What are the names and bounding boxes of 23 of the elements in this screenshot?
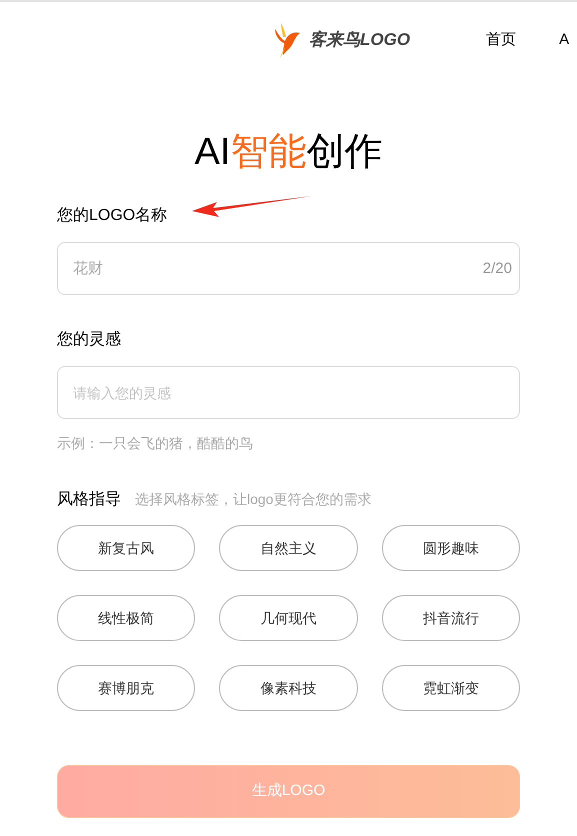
style-tag[interactable]: 几何现代 [219,595,358,641]
nav-link[interactable]: A [559,28,570,52]
inspiration-input-field[interactable]: 请输入您的灵感 [57,366,520,419]
character-counter: 2/20 [482,259,512,279]
nav-link[interactable]: 首页 [486,28,516,52]
style-tag[interactable]: 线性极简 [57,595,196,641]
section-label: 风格指导 [57,490,121,510]
section-hint: 选择风格标签，让logo更符合您的需求 [135,490,372,509]
style-tag[interactable]: 新复古风 [57,525,196,571]
title-part: 创作 [306,131,382,173]
style-tag[interactable]: 像素科技 [219,665,358,711]
style-tag[interactable]: 霓虹渐变 [382,665,520,711]
title-part: 智能 [230,131,306,173]
field-label: 您的灵感 [57,331,121,348]
style-tag[interactable]: 赛博朋克 [57,665,196,711]
arrow-icon [191,194,313,218]
style-tag[interactable]: 自然主义 [219,525,358,571]
example-hint: 示例：一只会飞的猪，酷酷的鸟 [57,435,253,451]
brand-name: 客来鸟LOGO [309,29,410,52]
field-label: 您的LOGO名称 [57,207,168,224]
style-tag[interactable]: 圆形趣味 [382,525,520,571]
style-tag[interactable]: 抖音流行 [382,595,520,641]
title-part: AI [194,131,230,173]
